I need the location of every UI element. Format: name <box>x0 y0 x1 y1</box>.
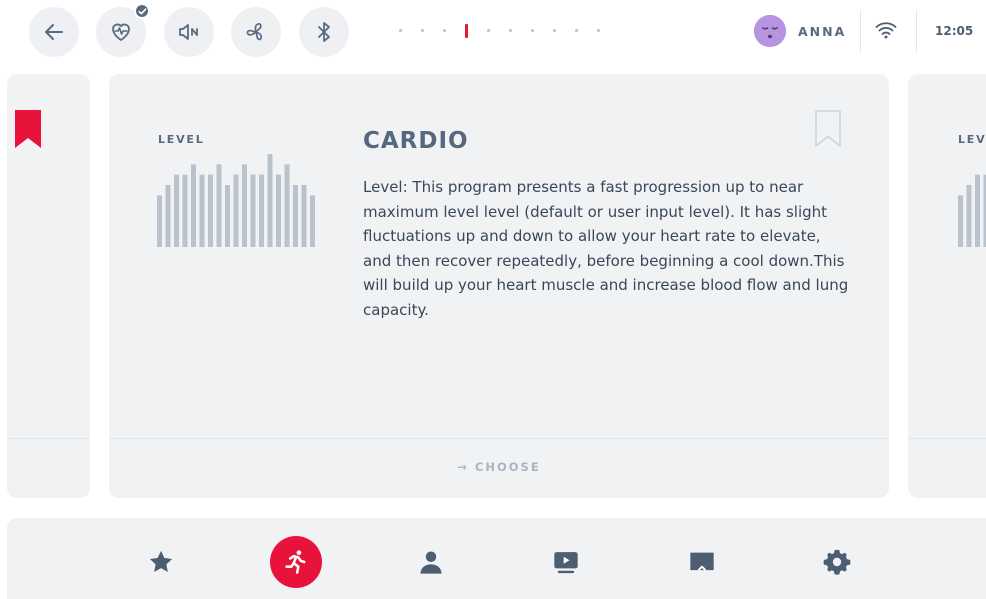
level-label: LEVEL <box>958 133 986 146</box>
card-divider <box>109 438 889 439</box>
nav-favorites[interactable] <box>135 536 187 588</box>
level-bar <box>310 195 315 247</box>
page-dot[interactable] <box>553 29 556 32</box>
fan-button[interactable] <box>231 7 281 57</box>
page-dot-active[interactable] <box>465 24 468 38</box>
favorites-star-icon <box>149 550 173 573</box>
level-bar <box>233 174 239 247</box>
level-bar <box>301 185 307 247</box>
divider <box>916 10 917 52</box>
nav-settings[interactable] <box>811 536 863 588</box>
username: ANNA <box>798 23 847 39</box>
cast-screen-icon <box>690 552 714 571</box>
nav-videos[interactable] <box>540 536 592 588</box>
divider <box>860 10 861 52</box>
nav-workouts[interactable] <box>270 536 322 588</box>
video-play-icon <box>554 552 578 574</box>
user-profile-icon <box>420 551 442 574</box>
bookmark-outline-icon[interactable] <box>815 110 841 148</box>
page-dot[interactable] <box>487 29 490 32</box>
level-bar <box>966 185 972 247</box>
settings-gear-icon <box>823 549 851 575</box>
program-title: CARDIO <box>363 128 469 154</box>
level-bar <box>284 164 290 247</box>
level-bar <box>958 195 963 247</box>
program-card-next[interactable]: LEVEL <box>908 74 986 498</box>
level-profile-chart <box>157 154 315 247</box>
page-dot[interactable] <box>421 29 424 32</box>
level-bar <box>242 164 247 247</box>
page-dot[interactable] <box>575 29 578 32</box>
heart-rate-icon <box>112 23 130 41</box>
page-dot[interactable] <box>443 29 446 32</box>
sleepy-face-avatar-icon <box>754 15 786 47</box>
level-bar <box>216 164 222 247</box>
bluetooth-icon <box>318 22 330 42</box>
bottom-navigation <box>7 518 986 599</box>
sound-button[interactable] <box>164 7 214 57</box>
level-profile-chart <box>958 174 986 247</box>
level-bar <box>182 174 188 247</box>
page-dot[interactable] <box>531 29 534 32</box>
nav-cast[interactable] <box>676 536 728 588</box>
sound-off-icon <box>179 24 198 40</box>
page-dot[interactable] <box>399 29 402 32</box>
level-bar <box>157 195 162 247</box>
level-bar <box>267 154 273 247</box>
wifi-icon[interactable] <box>875 20 897 40</box>
bookmark-filled-icon[interactable] <box>15 110 41 148</box>
page-dot[interactable] <box>509 29 512 32</box>
page-dot[interactable] <box>597 29 600 32</box>
level-bar <box>250 174 256 247</box>
choose-button[interactable]: → CHOOSE <box>109 460 889 474</box>
program-card-cardio[interactable]: LEVEL CARDIO Level: This program present… <box>109 74 889 498</box>
user-avatar <box>754 15 786 47</box>
fan-icon <box>246 23 263 41</box>
workout-runner-icon <box>285 550 306 574</box>
back-arrow-icon <box>45 24 63 40</box>
level-bar <box>208 174 213 247</box>
card-divider <box>908 438 986 439</box>
level-bar <box>225 185 230 247</box>
top-bar: ANNA 12:05 <box>0 0 986 64</box>
program-description: Level: This program presents a fast prog… <box>363 178 849 319</box>
arrow-right-icon: → <box>457 460 475 474</box>
heart-rate-button[interactable] <box>96 3 150 57</box>
choose-label: CHOOSE <box>474 460 541 474</box>
nav-profile[interactable] <box>405 536 457 588</box>
program-card-previous[interactable] <box>7 74 90 498</box>
bluetooth-button[interactable] <box>299 7 349 57</box>
card-divider <box>7 438 90 439</box>
level-label: LEVEL <box>158 133 205 146</box>
level-bar <box>259 174 264 247</box>
connected-check-icon <box>134 3 150 19</box>
level-bar <box>276 174 281 247</box>
level-bar <box>199 174 205 247</box>
user-profile[interactable]: ANNA <box>754 15 846 47</box>
level-bar <box>975 174 980 247</box>
back-button[interactable] <box>29 7 79 57</box>
level-bar <box>165 185 171 247</box>
level-bar <box>293 185 298 247</box>
level-bar <box>191 164 196 247</box>
level-bar <box>174 174 179 247</box>
clock: 12:05 <box>935 24 974 38</box>
